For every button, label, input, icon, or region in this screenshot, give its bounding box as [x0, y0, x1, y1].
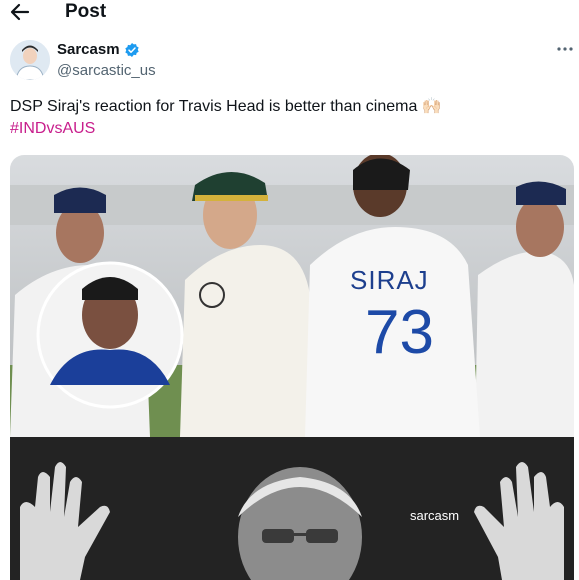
tweet-text: DSP Siraj's reaction for Travis Head is …	[10, 96, 570, 140]
avatar[interactable]	[10, 40, 50, 80]
tweet-media[interactable]: SIRAJ 73 sarcasm	[10, 155, 574, 580]
jersey-number: 73	[365, 298, 434, 367]
page-title: Post	[65, 1, 107, 22]
more-options-icon[interactable]	[554, 38, 576, 60]
verified-badge-icon	[125, 43, 139, 57]
arrow-left-icon[interactable]	[8, 0, 32, 24]
jersey-name: SIRAJ	[350, 265, 429, 295]
author-name[interactable]: Sarcasm	[57, 41, 120, 58]
cricket-photo	[10, 155, 574, 437]
avatar-illustration	[10, 40, 50, 80]
watermark-text: sarcasm	[410, 508, 460, 523]
tweet-body: DSP Siraj's reaction for Travis Head is …	[10, 98, 442, 115]
author-handle[interactable]: @sarcastic_us	[57, 62, 156, 79]
top-bar: Post	[0, 0, 579, 26]
hashtag-link[interactable]: #INDvsAUS	[10, 118, 570, 140]
applause-meme	[10, 437, 574, 580]
